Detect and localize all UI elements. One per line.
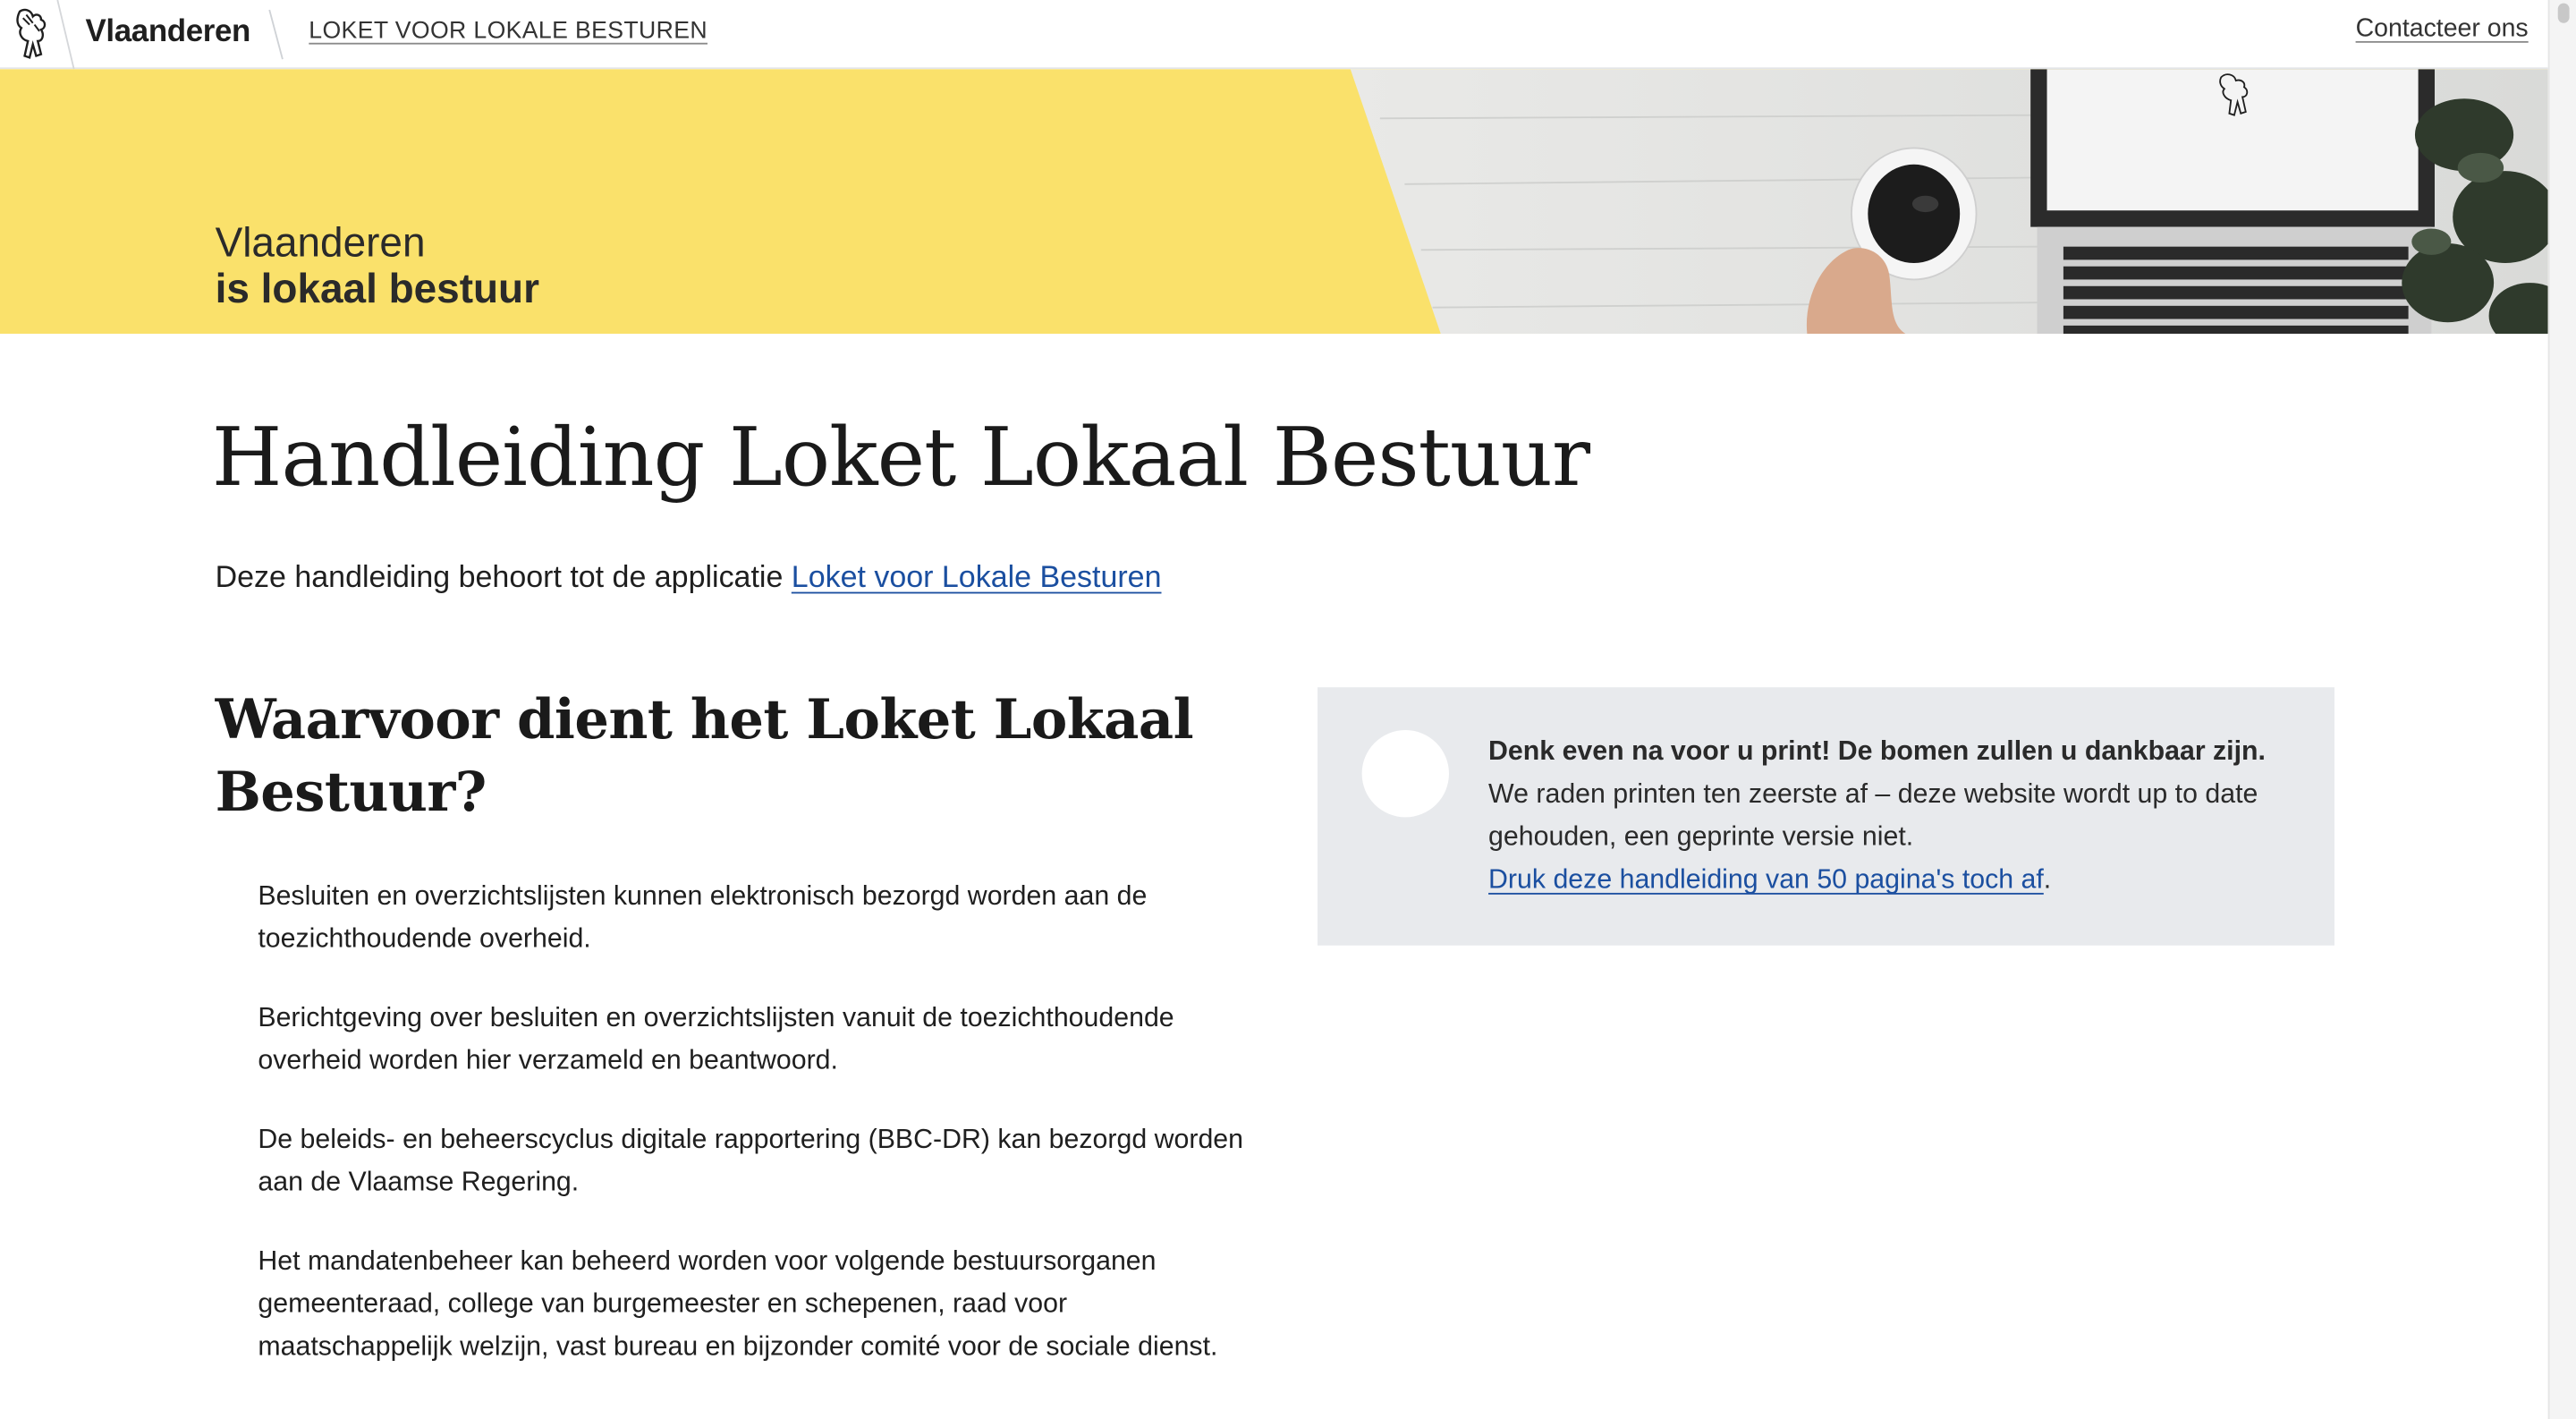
- brand-name: Vlaanderen: [85, 14, 251, 50]
- header-divider: [268, 9, 284, 60]
- scrollbar-thumb[interactable]: [2557, 3, 2570, 23]
- contact-link[interactable]: Contacteer ons: [2356, 15, 2529, 45]
- application-link[interactable]: Loket voor Lokale Besturen: [792, 559, 1162, 594]
- print-manual-link[interactable]: Druk deze handleiding van 50 pagina's to…: [1488, 865, 2044, 895]
- app-name-link[interactable]: LOKET VOOR LOKALE BESTUREN: [309, 18, 708, 44]
- page: Vlaanderen LOKET VOOR LOKALE BESTUREN Co…: [0, 0, 2576, 1419]
- print-notice: Denk even na voor u print! De bomen zull…: [1318, 687, 2334, 946]
- list-item: Besluiten en overzichtslijsten kunnen el…: [258, 881, 1148, 954]
- scrollbar[interactable]: [2547, 0, 2576, 1419]
- hero-banner: Vlaanderen is lokaal bestuur: [0, 69, 2548, 335]
- notice-icon: [1361, 729, 1449, 818]
- notice-title: Denk even na voor u print! De bomen zull…: [1488, 736, 2266, 767]
- hero-title-line2: is lokaal bestuur: [215, 266, 539, 313]
- list-item: Het mandatenbeheer kan beheerd worden vo…: [258, 1246, 1218, 1362]
- hero-title-line1: Vlaanderen: [215, 220, 426, 267]
- list-item: De beleids- en beheerscyclus digitale ra…: [258, 1125, 1244, 1197]
- section-title: Waarvoor dient het Loket Lokaal Bestuur?: [215, 687, 1194, 824]
- site-header: Vlaanderen LOKET VOOR LOKALE BESTUREN Co…: [0, 0, 2548, 70]
- notice-content: Denk even na voor u print! De bomen zull…: [1488, 730, 2309, 901]
- notice-body: We raden printen ten zeerste af – deze w…: [1488, 779, 2258, 852]
- intro-paragraph: Deze handleiding behoort tot de applicat…: [216, 559, 1162, 595]
- intro-text: Deze handleiding behoort tot de applicat…: [215, 558, 792, 594]
- page-title: Handleiding Loket Lokaal Bestuur: [211, 411, 1590, 506]
- vlaanderen-logo[interactable]: Vlaanderen: [0, 0, 287, 70]
- notice-link-suffix: .: [2043, 864, 2052, 895]
- feature-list: Besluiten en overzichtslijsten kunnen el…: [258, 875, 1259, 1405]
- list-item: Berichtgeving over besluiten en overzich…: [258, 1003, 1174, 1075]
- header-divider: [56, 0, 75, 70]
- flemish-lion-icon: [16, 8, 47, 59]
